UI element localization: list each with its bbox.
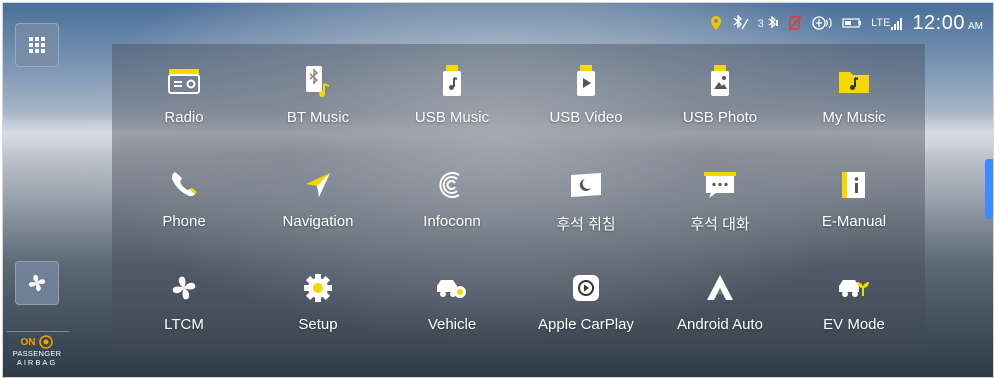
app-label: USB Music bbox=[414, 109, 490, 126]
app-label: Radio bbox=[164, 109, 204, 126]
app-label: E-Manual bbox=[821, 213, 887, 230]
mute-icon bbox=[788, 15, 802, 31]
app-tile-vehicle[interactable]: Vehicle bbox=[385, 260, 519, 350]
navigation-icon bbox=[300, 167, 336, 203]
sidebar-divider bbox=[7, 331, 69, 332]
ev-mode-icon bbox=[836, 270, 872, 306]
my-music-icon bbox=[836, 63, 872, 99]
app-label: Navigation bbox=[282, 213, 354, 230]
passenger-airbag-indicator: ON PASSENGER AIRBAG bbox=[9, 335, 65, 367]
app-tile-rear-sleep[interactable]: 후석 취침 bbox=[519, 157, 653, 247]
home-screen: 3 LTE 12:00 AM ON PASSENGER AIRBAG Radio… bbox=[2, 2, 994, 378]
bluetooth-phone-icon: 3 bbox=[758, 16, 779, 31]
wireless-charge-icon bbox=[811, 15, 833, 31]
app-tile-navigation[interactable]: Navigation bbox=[251, 157, 385, 247]
app-tile-android-auto[interactable]: Android Auto bbox=[653, 260, 787, 350]
app-label: EV Mode bbox=[823, 316, 885, 333]
app-label: LTCM bbox=[164, 316, 204, 333]
bluetooth-audio-off-icon bbox=[731, 15, 749, 31]
app-tile-radio[interactable]: Radio bbox=[117, 53, 251, 143]
bt-music-icon bbox=[300, 63, 336, 99]
app-tile-usb-video[interactable]: USB Video bbox=[519, 53, 653, 143]
clock-time: 12:00 bbox=[912, 11, 965, 34]
battery-icon bbox=[842, 17, 862, 29]
app-tile-rear-talk[interactable]: 후석 대화 bbox=[653, 157, 787, 247]
app-tile-usb-photo[interactable]: USB Photo bbox=[653, 53, 787, 143]
app-label: Apple CarPlay bbox=[538, 316, 634, 333]
rear-sleep-icon bbox=[568, 167, 604, 203]
radio-icon bbox=[166, 63, 202, 99]
vehicle-icon bbox=[434, 270, 470, 306]
app-tile-phone[interactable]: Phone bbox=[117, 157, 251, 247]
location-pin-icon bbox=[710, 15, 722, 31]
app-label: Android Auto bbox=[677, 316, 763, 333]
app-label: USB Photo bbox=[682, 109, 758, 126]
app-label: Vehicle bbox=[427, 316, 477, 333]
grid-menu-icon bbox=[29, 37, 45, 53]
clock-ampm: AM bbox=[968, 20, 983, 32]
rear-talk-icon bbox=[702, 167, 738, 203]
usb-music-icon bbox=[434, 63, 470, 99]
app-tile-bt-music[interactable]: BT Music bbox=[251, 53, 385, 143]
lte-signal-icon: LTE bbox=[871, 16, 903, 30]
airbag-line2: AIRBAG bbox=[16, 358, 58, 367]
infoconn-icon bbox=[434, 167, 470, 203]
app-tile-setup[interactable]: Setup bbox=[251, 260, 385, 350]
right-edge-handle[interactable] bbox=[985, 159, 993, 219]
app-tile-e-manual[interactable]: E-Manual bbox=[787, 157, 921, 247]
android-auto-icon bbox=[702, 270, 738, 306]
airbag-icon bbox=[38, 335, 53, 349]
app-tile-apple-carplay[interactable]: Apple CarPlay bbox=[519, 260, 653, 350]
app-label: Phone bbox=[162, 213, 206, 230]
setup-icon bbox=[300, 270, 336, 306]
app-tile-ltcm[interactable]: LTCM bbox=[117, 260, 251, 350]
climate-button[interactable] bbox=[15, 261, 59, 305]
app-tile-usb-music[interactable]: USB Music bbox=[385, 53, 519, 143]
app-label: 후석 대화 bbox=[690, 216, 750, 233]
all-menus-button[interactable] bbox=[15, 23, 59, 67]
airbag-state: ON bbox=[20, 336, 36, 348]
app-tile-infoconn[interactable]: Infoconn bbox=[385, 157, 519, 247]
app-tile-ev-mode[interactable]: EV Mode bbox=[787, 260, 921, 350]
fan-icon bbox=[28, 274, 46, 292]
app-label: Setup bbox=[298, 316, 338, 333]
usb-photo-icon bbox=[702, 63, 738, 99]
app-label: BT Music bbox=[286, 109, 350, 126]
bluetooth-count: 3 bbox=[757, 17, 764, 30]
ltcm-icon bbox=[166, 270, 202, 306]
phone-icon bbox=[166, 167, 202, 203]
app-label: USB Video bbox=[549, 109, 623, 126]
app-label: Infoconn bbox=[423, 213, 481, 230]
network-label: LTE bbox=[871, 17, 891, 29]
app-label: 후석 취침 bbox=[556, 216, 616, 233]
e-manual-icon bbox=[836, 167, 872, 203]
status-bar: 3 LTE 12:00 AM bbox=[710, 12, 983, 34]
usb-video-icon bbox=[568, 63, 604, 99]
app-tile-my-music[interactable]: My Music bbox=[787, 53, 921, 143]
app-label: My Music bbox=[822, 109, 886, 126]
airbag-line1: PASSENGER bbox=[12, 349, 62, 358]
apple-carplay-icon bbox=[568, 270, 604, 306]
